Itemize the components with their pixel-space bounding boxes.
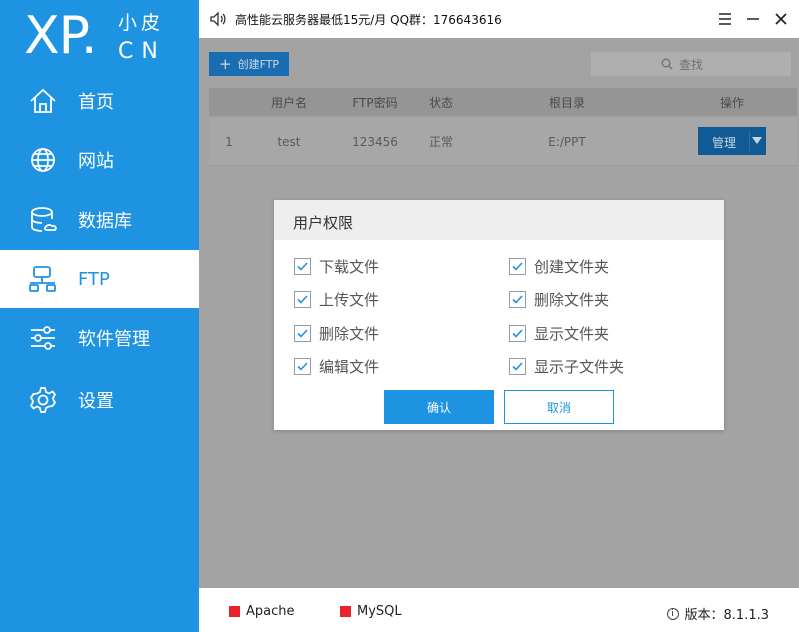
permissions-dialog: 用户权限 下载文件 上传文件 删除文件 编辑文件 创建文件夹 删除文件夹 显示文… [274, 200, 724, 430]
cell-root: E:/PPT [548, 134, 586, 149]
manage-label: 管理 [712, 136, 737, 150]
create-ftp-button[interactable]: + 创建FTP [209, 52, 289, 76]
check-icon [297, 362, 308, 371]
caret-down-icon [752, 137, 762, 144]
check-icon [512, 262, 523, 271]
sidebar: XP. 小皮 CN 首页 网站 数据库 FTP 软件管理 设置 [0, 0, 199, 632]
perm-label: 上传文件 [319, 291, 380, 309]
logo-top-text: 小皮 [118, 12, 165, 34]
version-info: i 版本：8.1.1.3 [666, 604, 769, 623]
cell-password: 123456 [352, 134, 398, 149]
status-bar: Apache MySQL i 版本：8.1.1.3 [199, 588, 799, 632]
gear-icon [29, 387, 57, 413]
table-header: 用户名 FTP密码 状态 根目录 操作 [209, 88, 797, 116]
nav-item-settings[interactable]: 设置 [0, 371, 199, 429]
nav-label: 网站 [78, 151, 114, 172]
cancel-button[interactable]: 取消 [504, 390, 614, 424]
plus-icon: + [219, 54, 232, 73]
col-action: 操作 [719, 95, 744, 110]
nav-label: FTP [78, 268, 110, 290]
checkbox-checked[interactable] [509, 291, 526, 308]
dialog-title: 用户权限 [293, 214, 354, 232]
col-username: 用户名 [270, 95, 307, 110]
check-icon [512, 362, 523, 371]
service-name: Apache [246, 604, 295, 619]
logo: XP. 小皮 CN [24, 6, 194, 68]
status-indicator [340, 606, 351, 617]
search-icon [661, 58, 673, 70]
check-icon [297, 329, 308, 338]
menu-icon[interactable] [715, 9, 735, 29]
logo-bottom-text: CN [118, 39, 166, 64]
create-ftp-label: 创建FTP [237, 58, 280, 71]
col-root: 根目录 [548, 95, 585, 110]
nav-label: 首页 [78, 92, 114, 113]
manage-dropdown-button[interactable]: 管理 [698, 127, 766, 155]
nav-item-database[interactable]: 数据库 [0, 191, 199, 249]
minimize-icon[interactable] [743, 9, 763, 29]
check-icon [297, 295, 308, 304]
perm-download-files[interactable]: 下载文件 [294, 256, 379, 277]
nav-label: 数据库 [78, 211, 132, 232]
nav-label: 软件管理 [78, 329, 150, 350]
checkbox-checked[interactable] [294, 325, 311, 342]
search-placeholder: 查找 [679, 57, 704, 72]
col-password: FTP密码 [352, 95, 398, 110]
database-icon [31, 207, 57, 232]
perm-edit-files[interactable]: 编辑文件 [294, 356, 379, 377]
check-icon [297, 262, 308, 271]
checkbox-checked[interactable] [294, 258, 311, 275]
sliders-icon [31, 326, 55, 350]
ftp-network-icon [29, 266, 56, 292]
service-mysql[interactable]: MySQL [340, 604, 402, 619]
checkbox-checked[interactable] [509, 258, 526, 275]
home-icon [30, 88, 56, 113]
nav-item-software[interactable]: 软件管理 [0, 309, 199, 367]
perm-show-subfolder[interactable]: 显示子文件夹 [509, 356, 624, 377]
announcement-text: 高性能云服务器最低15元/月 QQ群：176643616 [235, 13, 502, 27]
checkbox-checked[interactable] [509, 358, 526, 375]
status-indicator [229, 606, 240, 617]
checkbox-checked[interactable] [294, 358, 311, 375]
close-icon[interactable] [771, 9, 791, 29]
checkbox-checked[interactable] [294, 291, 311, 308]
cell-index: 1 [225, 134, 233, 149]
checkbox-checked[interactable] [509, 325, 526, 342]
perm-upload-files[interactable]: 上传文件 [294, 289, 379, 310]
perm-label: 下载文件 [319, 258, 380, 276]
perm-delete-folder[interactable]: 删除文件夹 [509, 289, 609, 310]
service-apache[interactable]: Apache [229, 604, 295, 619]
perm-label: 编辑文件 [319, 358, 380, 376]
top-bar: 高性能云服务器最低15元/月 QQ群：176643616 [199, 0, 799, 38]
check-icon [512, 329, 523, 338]
col-status: 状态 [428, 95, 453, 110]
globe-icon [31, 148, 55, 172]
version-label: 版本：8.1.1.3 [684, 608, 769, 623]
perm-label: 显示文件夹 [534, 325, 610, 343]
info-icon: i [666, 607, 679, 620]
speaker-icon [210, 11, 226, 27]
nav-label: 设置 [78, 391, 114, 412]
cell-status: 正常 [428, 135, 453, 149]
col-index [209, 88, 249, 116]
nav-item-website[interactable]: 网站 [0, 131, 199, 189]
perm-delete-files[interactable]: 删除文件 [294, 323, 379, 344]
perm-label: 删除文件夹 [534, 291, 610, 309]
logo-main-text: XP. [24, 6, 97, 66]
cell-username: test [277, 134, 301, 149]
dialog-header: 用户权限 [274, 200, 724, 240]
perm-label: 创建文件夹 [534, 258, 610, 276]
service-name: MySQL [357, 604, 402, 619]
perm-label: 删除文件 [319, 325, 380, 343]
search-input[interactable]: 查找 [591, 52, 791, 76]
perm-label: 显示子文件夹 [534, 358, 625, 376]
nav-item-home[interactable]: 首页 [0, 72, 199, 130]
perm-show-folder[interactable]: 显示文件夹 [509, 323, 609, 344]
check-icon [512, 295, 523, 304]
divider [749, 131, 750, 151]
nav-item-ftp[interactable]: FTP [0, 250, 199, 308]
confirm-button[interactable]: 确认 [384, 390, 494, 424]
perm-create-folder[interactable]: 创建文件夹 [509, 256, 609, 277]
table-row: 1 test 123456 正常 E:/PPT 管理 [209, 118, 797, 166]
